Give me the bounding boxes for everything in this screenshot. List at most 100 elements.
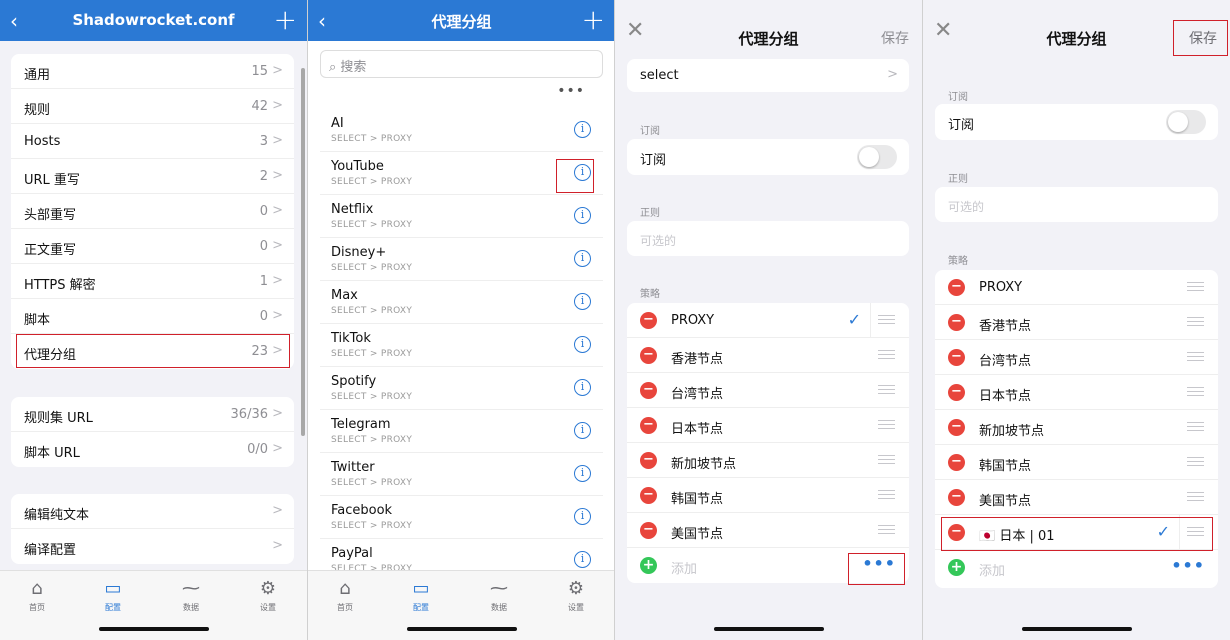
tab-config[interactable]: ▭ 配置 [401,578,441,613]
drag-handle-icon[interactable] [1187,317,1204,326]
tab-home[interactable]: ⌂ 首页 [17,578,57,613]
settings-row-header-rewrite[interactable]: 头部重写 0 > [11,194,294,229]
add-policy-row[interactable]: + 添加 ••• [935,550,1218,585]
list-item[interactable]: Facebook SELECT > PROXY i [320,496,603,539]
delete-icon[interactable]: − [948,454,965,471]
tab-home[interactable]: ⌂ 首页 [325,578,365,613]
info-icon[interactable]: i [574,508,591,525]
scrollbar[interactable] [301,68,305,436]
plus-icon[interactable]: + [582,6,605,34]
drag-handle-icon[interactable] [1187,457,1204,466]
policy-row[interactable]: − 美国节点 [627,513,909,548]
policy-row[interactable]: − 韩国节点 [627,478,909,513]
settings-row-body-rewrite[interactable]: 正文重写 0 > [11,229,294,264]
info-icon[interactable]: i [574,250,591,267]
settings-row-rules[interactable]: 规则 42 > [11,89,294,124]
drag-handle-icon[interactable] [878,385,895,394]
policy-row[interactable]: − 新加坡节点 [627,443,909,478]
subscribe-toggle[interactable] [1166,110,1206,134]
drag-handle-icon[interactable] [878,490,895,499]
info-icon[interactable]: i [574,379,591,396]
policy-row[interactable]: − 韩国节点 [935,445,1218,480]
tab-data[interactable]: ⁓ 数据 [171,578,211,613]
drag-handle-icon[interactable] [878,350,895,359]
group-name: YouTube [331,159,384,174]
list-item[interactable]: Disney+ SELECT > PROXY i [320,238,603,281]
delete-icon[interactable]: − [948,349,965,366]
delete-icon[interactable]: − [640,382,657,399]
policy-row[interactable]: − 日本节点 [935,375,1218,410]
info-icon[interactable]: i [574,207,591,224]
more-icon[interactable]: ••• [1171,556,1205,575]
settings-row-edit-plaintext[interactable]: 编辑纯文本 > [11,494,294,529]
delete-icon[interactable]: − [640,522,657,539]
delete-icon[interactable]: − [948,314,965,331]
tab-settings[interactable]: ⚙ 设置 [248,578,288,613]
tab-settings[interactable]: ⚙ 设置 [556,578,596,613]
delete-icon[interactable]: − [640,417,657,434]
tab-data[interactable]: ⁓ 数据 [479,578,519,613]
policy-row[interactable]: − 香港节点 [935,305,1218,340]
settings-row-script-url[interactable]: 脚本 URL 0/0 > [11,432,294,467]
settings-row-hosts[interactable]: Hosts 3 > [11,124,294,159]
search-input[interactable]: ⌕ 搜索 [320,50,603,78]
settings-row-general[interactable]: 通用 15 > [11,54,294,89]
info-icon[interactable]: i [574,465,591,482]
drag-handle-icon[interactable] [878,525,895,534]
regex-field[interactable]: 可选的 [627,221,909,256]
settings-row-script[interactable]: 脚本 0 > [11,299,294,334]
drag-handle-icon[interactable] [878,455,895,464]
delete-icon[interactable]: − [640,347,657,364]
type-select-row[interactable]: select > [627,59,909,92]
list-item[interactable]: Telegram SELECT > PROXY i [320,410,603,453]
settings-row-compile-config[interactable]: 编译配置 > [11,529,294,564]
regex-field[interactable]: 可选的 [935,187,1218,222]
delete-icon[interactable]: − [948,489,965,506]
more-icon[interactable]: ••• [557,83,585,99]
list-item[interactable]: TikTok SELECT > PROXY i [320,324,603,367]
info-icon[interactable]: i [574,551,591,568]
drag-handle-icon[interactable] [878,420,895,429]
drag-handle-icon[interactable] [1187,352,1204,361]
policy-row[interactable]: − 美国节点 [935,480,1218,515]
delete-icon[interactable]: − [640,487,657,504]
drag-handle-icon[interactable] [1187,282,1204,291]
drag-handle-icon[interactable] [1187,422,1204,431]
add-icon[interactable]: + [948,559,965,576]
save-button[interactable]: 保存 [881,28,909,48]
list-item[interactable]: Max SELECT > PROXY i [320,281,603,324]
policy-row[interactable]: − 台湾节点 [627,373,909,408]
tab-config[interactable]: ▭ 配置 [93,578,133,613]
group-name: Spotify [331,374,377,389]
info-icon[interactable]: i [574,336,591,353]
delete-icon[interactable]: − [948,279,965,296]
policy-row[interactable]: − 新加坡节点 [935,410,1218,445]
drag-handle-icon[interactable] [1187,492,1204,501]
info-icon[interactable]: i [574,293,591,310]
settings-row-https-decrypt[interactable]: HTTPS 解密 1 > [11,264,294,299]
delete-icon[interactable]: − [948,419,965,436]
add-icon[interactable]: + [640,557,657,574]
settings-row-ruleset-url[interactable]: 规则集 URL 36/36 > [11,397,294,432]
info-icon[interactable]: i [574,422,591,439]
delete-icon[interactable]: − [640,452,657,469]
list-item[interactable]: Netflix SELECT > PROXY i [320,195,603,238]
policy-row[interactable]: − 日本节点 [627,408,909,443]
info-icon[interactable]: i [574,121,591,138]
delete-icon[interactable]: − [948,384,965,401]
home-icon: ⌂ [339,578,351,599]
drag-handle-icon[interactable] [878,315,895,324]
drag-handle-icon[interactable] [1187,387,1204,396]
settings-row-url-rewrite[interactable]: URL 重写 2 > [11,159,294,194]
policy-row[interactable]: − 台湾节点 [935,340,1218,375]
policy-row[interactable]: − 香港节点 [627,338,909,373]
policy-row[interactable]: − PROXY ✓ [627,303,909,338]
delete-icon[interactable]: − [640,312,657,329]
list-item[interactable]: Twitter SELECT > PROXY i [320,453,603,496]
subscribe-toggle[interactable] [857,145,897,169]
policy-row[interactable]: − PROXY [935,270,1218,305]
list-item[interactable]: AI SELECT > PROXY i [320,109,603,152]
plus-icon[interactable]: + [274,6,297,34]
list-item[interactable]: Spotify SELECT > PROXY i [320,367,603,410]
tab-label: 配置 [413,603,429,612]
